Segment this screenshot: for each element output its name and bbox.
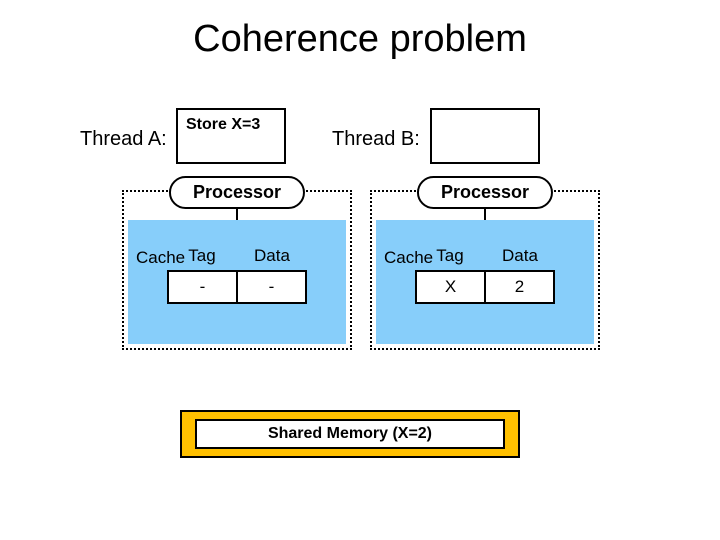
cache-block-a: Cache Tag Data - - <box>128 220 346 344</box>
cache-b-tag: X <box>415 270 486 304</box>
thread-b-code-box <box>430 108 540 164</box>
processor-unit-b: Processor Cache Tag Data X 2 <box>370 190 600 350</box>
cache-b-data: 2 <box>486 270 555 304</box>
data-header: Data <box>237 246 307 270</box>
cache-table-b: Tag Data X 2 <box>415 246 555 304</box>
thread-a-label: Thread A: <box>80 128 167 151</box>
processor-pill-b: Processor <box>417 176 553 209</box>
tag-header: Tag <box>415 246 485 270</box>
cache-block-b: Cache Tag Data X 2 <box>376 220 594 344</box>
cache-a-data: - <box>238 270 307 304</box>
thread-a-code: Store X=3 <box>186 116 260 133</box>
cache-a-tag: - <box>167 270 238 304</box>
tag-header: Tag <box>167 246 237 270</box>
thread-b-label: Thread B: <box>332 128 420 151</box>
cache-table-a: Tag Data - - <box>167 246 307 304</box>
processor-pill-a: Processor <box>169 176 305 209</box>
diagram-title: Coherence problem <box>0 18 720 61</box>
thread-a-code-box: Store X=3 <box>176 108 286 164</box>
shared-memory-box: Shared Memory (X=2) <box>180 410 520 458</box>
data-header: Data <box>485 246 555 270</box>
processor-unit-a: Processor Cache Tag Data - - <box>122 190 352 350</box>
shared-memory-label: Shared Memory (X=2) <box>195 419 504 450</box>
